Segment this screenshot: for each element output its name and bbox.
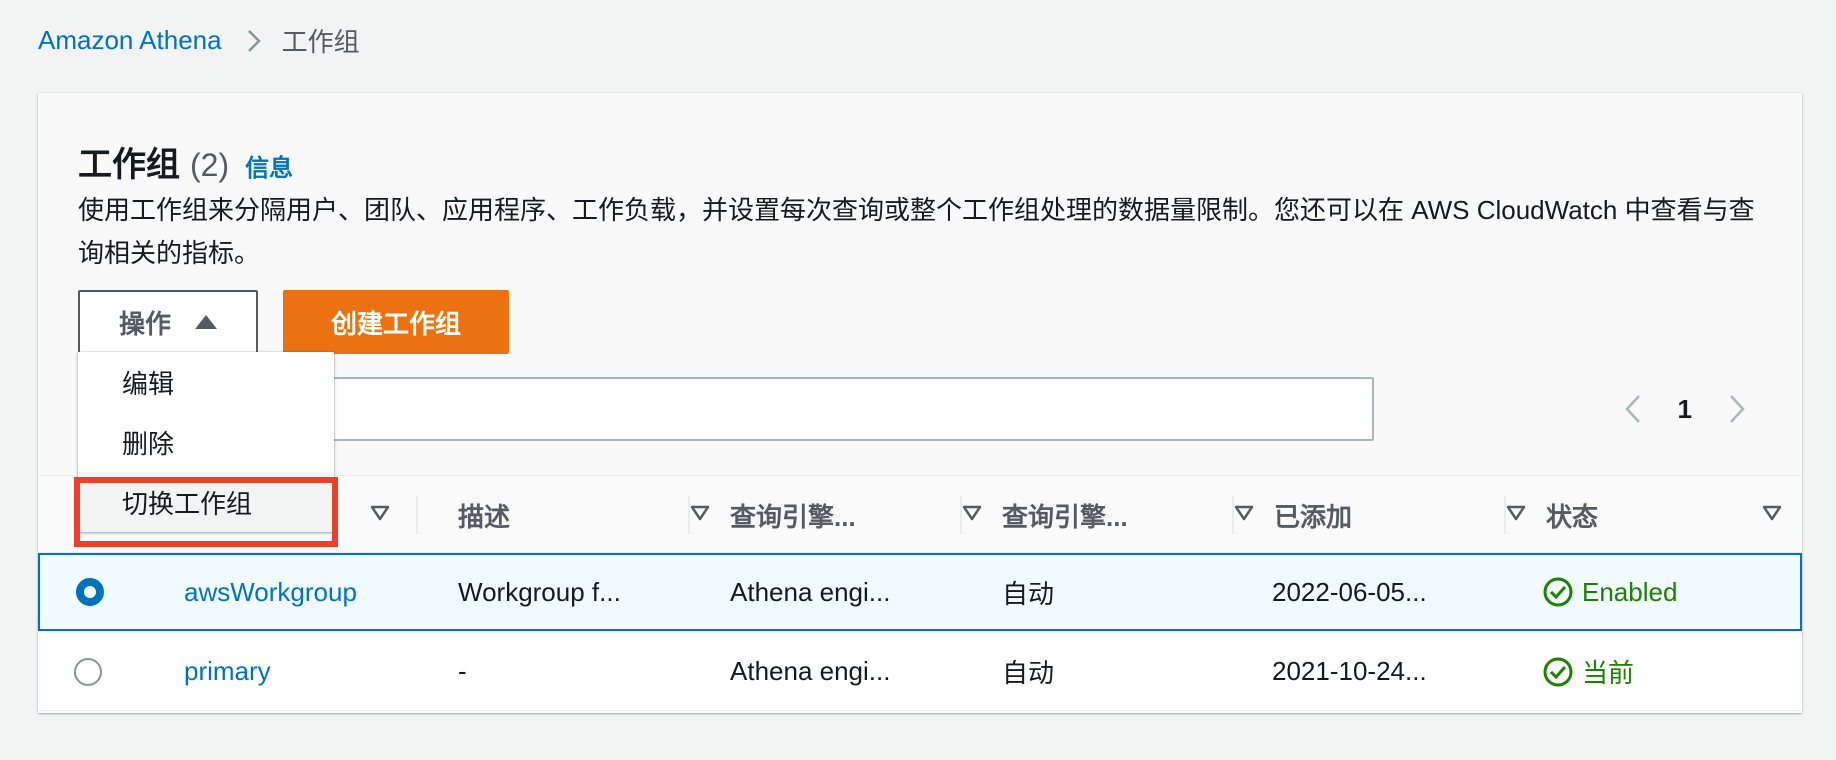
check-circle-icon	[1542, 656, 1574, 688]
caret-up-icon	[195, 315, 217, 329]
sort-icon[interactable]	[690, 505, 710, 521]
query-engine-mode: 自动	[1002, 658, 1055, 688]
create-workgroup-button[interactable]: 创建工作组	[283, 290, 509, 354]
added-date: 2022-06-05...	[1272, 576, 1427, 607]
page-title: 工作组	[78, 146, 180, 184]
breadcrumb: Amazon Athena 工作组	[38, 22, 360, 59]
check-circle-icon	[1542, 576, 1574, 608]
sort-icon[interactable]	[1506, 505, 1526, 521]
column-header-label: 查询引擎...	[730, 501, 856, 532]
next-page-icon[interactable]	[1728, 393, 1746, 425]
column-divider	[688, 496, 690, 534]
panel-title-row: 工作组 (2) 信息	[78, 137, 293, 186]
highlight-annotation-box	[74, 477, 338, 547]
column-divider	[416, 496, 418, 534]
table-row[interactable]: primary - Athena engi... 自动 2021-10-24..…	[38, 633, 1802, 711]
column-header-label: 已添加	[1274, 501, 1353, 532]
status-text: Enabled	[1582, 576, 1678, 607]
row-radio-button[interactable]	[76, 578, 104, 606]
column-divider	[1232, 496, 1234, 534]
status-text: 当前	[1582, 658, 1635, 688]
column-header-label: 查询引擎...	[1002, 501, 1128, 532]
column-divider	[1504, 496, 1506, 534]
workgroup-count: (2)	[190, 147, 230, 183]
current-page[interactable]: 1	[1678, 394, 1692, 425]
query-engine-mode: 自动	[1002, 578, 1055, 609]
breadcrumb-current: 工作组	[281, 27, 360, 57]
added-date: 2021-10-24...	[1272, 656, 1427, 686]
workgroup-description: -	[458, 656, 467, 686]
actions-button-label: 操作	[118, 308, 171, 339]
query-engine: Athena engi...	[730, 576, 891, 607]
search-input[interactable]	[324, 377, 1374, 441]
sort-icon[interactable]	[962, 505, 982, 521]
chevron-right-icon	[246, 28, 262, 54]
workgroup-name-link[interactable]: primary	[184, 633, 271, 710]
column-header-label: 状态	[1546, 501, 1599, 532]
menu-item-edit[interactable]: 编辑	[78, 352, 334, 412]
table-row[interactable]: awsWorkgroup Workgroup f... Athena engi.…	[38, 553, 1802, 631]
sort-icon[interactable]	[370, 505, 390, 521]
breadcrumb-athena-link[interactable]: Amazon Athena	[38, 25, 222, 56]
info-link[interactable]: 信息	[245, 148, 293, 183]
sort-icon[interactable]	[1234, 505, 1254, 521]
workgroup-description: Workgroup f...	[458, 576, 621, 607]
workgroup-name-link[interactable]: awsWorkgroup	[184, 555, 357, 629]
pagination: 1	[1624, 387, 1746, 431]
actions-button[interactable]: 操作	[78, 290, 258, 354]
column-header-label: 描述	[458, 501, 511, 532]
panel-description: 使用工作组来分隔用户、团队、应用程序、工作负载，并设置每次查询或整个工作组处理的…	[78, 195, 1755, 268]
previous-page-icon[interactable]	[1624, 393, 1642, 425]
query-engine: Athena engi...	[730, 656, 891, 686]
status-badge: 当前	[1542, 633, 1634, 710]
column-divider	[960, 496, 962, 534]
column-header-status[interactable]: 状态	[1546, 476, 1802, 554]
sort-icon[interactable]	[1762, 505, 1782, 521]
status-badge: Enabled	[1542, 555, 1677, 629]
menu-item-delete[interactable]: 删除	[78, 412, 334, 472]
row-radio-button[interactable]	[74, 657, 102, 686]
